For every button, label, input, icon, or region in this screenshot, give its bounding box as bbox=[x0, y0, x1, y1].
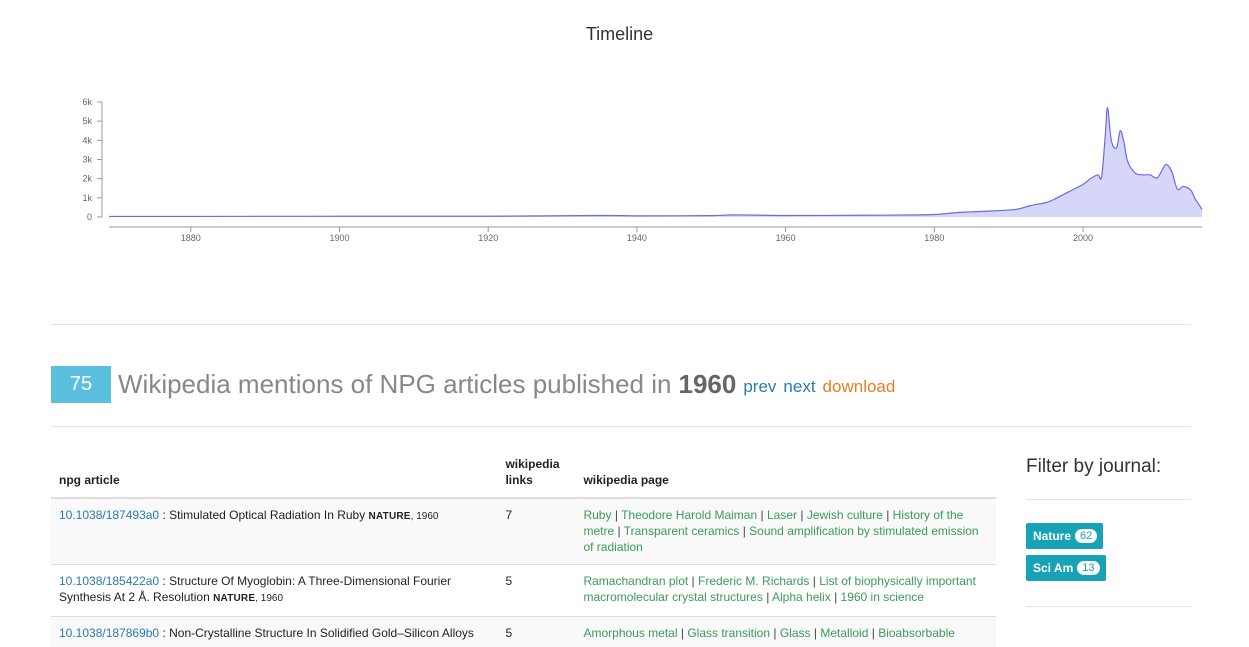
section-divider bbox=[51, 426, 1191, 427]
timeline-chart: 0 1k 2k 3k 4k 5k 6k 1880 1900 1920 1940 1960 1980 20… bbox=[82, 97, 1203, 243]
timeline-line bbox=[108, 107, 1203, 218]
wikipedia-page-link[interactable]: Ramachandran plot bbox=[583, 574, 688, 588]
wikipedia-page-link[interactable]: Alpha helix bbox=[772, 590, 831, 604]
separator: | bbox=[812, 574, 816, 588]
chart-title: Timeline bbox=[585, 24, 654, 44]
article-title: : Non-Crystalline Structure In Solidifie… bbox=[159, 626, 474, 640]
wikipedia-page-link[interactable]: Glass transition bbox=[687, 626, 770, 640]
separator: | bbox=[617, 524, 621, 538]
sidebar-divider bbox=[1026, 499, 1191, 500]
header-wikipedia-links-label: wikipedia links bbox=[505, 457, 560, 487]
separator: | bbox=[742, 524, 746, 538]
wikipedia-links-count: 7 bbox=[497, 497, 576, 565]
wikipedia-page-link[interactable]: Frederic M. Richards bbox=[698, 574, 809, 588]
journal-filter-label: Nature bbox=[1033, 529, 1072, 543]
sidebar-divider bbox=[1026, 606, 1191, 607]
separator: | bbox=[766, 590, 770, 604]
wikipedia-pages-cell: Ruby | Theodore Harold Maiman | Laser | … bbox=[575, 497, 996, 565]
y-tick-label: 6k bbox=[82, 97, 92, 107]
journal-filter-nature[interactable]: Nature 62 bbox=[1026, 523, 1104, 549]
header-wikipedia-page: wikipedia page bbox=[575, 452, 996, 499]
results-table-wrap: npg article wikipedia links wikipedia pa… bbox=[51, 452, 996, 647]
y-tick-label: 2k bbox=[82, 174, 92, 184]
separator: | bbox=[800, 508, 804, 522]
wikipedia-page-link[interactable]: Theodore Harold Maiman bbox=[621, 508, 757, 522]
x-tick-label: 1880 bbox=[181, 233, 201, 243]
x-tick-label: 1920 bbox=[478, 233, 498, 243]
y-tick-label: 0 bbox=[87, 212, 92, 222]
header-wikipedia-links: wikipedia links bbox=[497, 452, 576, 499]
doi-link[interactable]: 10.1038/187869b0 bbox=[59, 626, 159, 640]
journal-filter-count: 62 bbox=[1075, 529, 1098, 543]
journal-filter-sidebar: Filter by journal: Nature 62 Sci Am 13 bbox=[1026, 456, 1191, 607]
wikipedia-links-count: 5 bbox=[497, 616, 576, 647]
x-tick-label: 2000 bbox=[1073, 233, 1093, 243]
article-year: , 1960 bbox=[410, 511, 439, 522]
filter-title: Filter by journal: bbox=[1026, 456, 1162, 477]
separator: | bbox=[834, 590, 838, 604]
table-row: 10.1038/185422a0 : Structure Of Myoglobi… bbox=[51, 564, 996, 617]
prev-link[interactable]: prev bbox=[743, 377, 776, 397]
wikipedia-page-link[interactable]: Ruby bbox=[583, 508, 611, 522]
results-heading: 75 Wikipedia mentions of NPG articles pu… bbox=[51, 366, 895, 403]
table-header-row: npg article wikipedia links wikipedia pa… bbox=[51, 452, 996, 499]
y-tick-label: 1k bbox=[82, 193, 92, 203]
results-heading-text: Wikipedia mentions of NPG articles publi… bbox=[118, 369, 672, 399]
doi-link[interactable]: 10.1038/185422a0 bbox=[59, 574, 159, 588]
wikipedia-page-link[interactable]: 1960 in science bbox=[841, 590, 924, 604]
doi-link[interactable]: 10.1038/187493a0 bbox=[59, 508, 159, 522]
wikipedia-page-link[interactable]: Jewish culture bbox=[807, 508, 883, 522]
y-tick-label: 5k bbox=[82, 116, 92, 126]
x-axis: 1880 1900 1920 1940 1960 1980 2000 bbox=[109, 226, 1202, 243]
separator: | bbox=[691, 574, 695, 588]
journal-name: Nature bbox=[368, 511, 411, 522]
wikipedia-page-link[interactable]: Metalloid bbox=[820, 626, 868, 640]
wikipedia-links-count: 5 bbox=[497, 564, 576, 617]
wikipedia-pages-cell: Amorphous metal | Glass transition | Gla… bbox=[575, 616, 996, 647]
article-cell: 10.1038/187869b0 : Non-Crystalline Struc… bbox=[51, 616, 498, 647]
wikipedia-pages-cell: Ramachandran plot | Frederic M. Richards… bbox=[575, 564, 996, 617]
wikipedia-page-link[interactable]: Bioabsorbable bbox=[878, 626, 955, 640]
x-tick-label: 1940 bbox=[627, 233, 647, 243]
x-tick-label: 1900 bbox=[329, 233, 349, 243]
download-link[interactable]: download bbox=[823, 377, 896, 397]
table-body: 10.1038/187493a0 : Stimulated Optical Ra… bbox=[51, 497, 996, 647]
x-tick-label: 1980 bbox=[924, 233, 944, 243]
wikipedia-page-link[interactable]: Laser bbox=[767, 508, 797, 522]
journal-filter-count: 13 bbox=[1077, 561, 1100, 575]
table-row: 10.1038/187869b0 : Non-Crystalline Struc… bbox=[51, 616, 996, 647]
separator: | bbox=[760, 508, 764, 522]
article-year: , 1960 bbox=[255, 593, 284, 604]
section-divider bbox=[51, 324, 1191, 325]
separator: | bbox=[813, 626, 817, 640]
results-year: 1960 bbox=[678, 369, 737, 399]
article-cell: 10.1038/187493a0 : Stimulated Optical Ra… bbox=[51, 497, 498, 565]
article-title: : Stimulated Optical Radiation In Ruby bbox=[159, 508, 369, 522]
table-row: 10.1038/187493a0 : Stimulated Optical Ra… bbox=[51, 497, 996, 565]
journal-filter-label: Sci Am bbox=[1033, 561, 1074, 575]
separator: | bbox=[680, 626, 684, 640]
journal-name: Nature bbox=[213, 593, 256, 604]
result-count-badge: 75 bbox=[51, 366, 111, 403]
header-npg-article: npg article bbox=[51, 452, 498, 499]
results-table: npg article wikipedia links wikipedia pa… bbox=[51, 452, 996, 647]
wikipedia-page-link[interactable]: Glass bbox=[780, 626, 811, 640]
y-tick-label: 4k bbox=[82, 135, 92, 145]
x-tick-label: 1960 bbox=[776, 233, 796, 243]
timeline-area bbox=[109, 107, 1202, 217]
wikipedia-page-link[interactable]: Transparent ceramics bbox=[624, 524, 740, 538]
next-link[interactable]: next bbox=[783, 377, 815, 397]
y-axis: 0 1k 2k 3k 4k 5k 6k bbox=[82, 97, 103, 222]
wikipedia-page-link[interactable]: Amorphous metal bbox=[583, 626, 677, 640]
separator: | bbox=[614, 508, 618, 522]
separator: | bbox=[871, 626, 875, 640]
separator: | bbox=[773, 626, 777, 640]
y-tick-label: 3k bbox=[82, 155, 92, 165]
separator: | bbox=[886, 508, 890, 522]
journal-filter-sci-am[interactable]: Sci Am 13 bbox=[1026, 555, 1106, 581]
article-cell: 10.1038/185422a0 : Structure Of Myoglobi… bbox=[51, 564, 498, 617]
